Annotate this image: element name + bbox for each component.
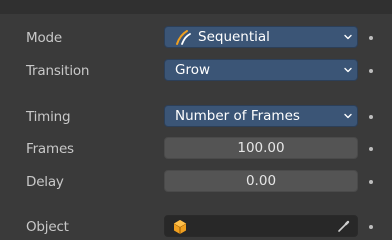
delay-animate-dot[interactable] [369,180,373,184]
object-row: Object [0,215,392,239]
timing-animate-dot[interactable] [369,115,373,119]
stroke-sequence-icon [176,30,191,45]
delay-number-field[interactable]: 0.00 [164,170,358,192]
mode-row: Mode Sequential [0,26,392,50]
timing-dropdown[interactable]: Number of Frames [164,105,358,127]
mode-value: Sequential [198,29,270,45]
object-cube-icon [173,220,187,234]
transition-animate-dot[interactable] [369,69,373,73]
chevron-down-icon [344,67,352,73]
mode-dropdown[interactable]: Sequential [164,26,358,48]
delay-label: Delay [26,174,64,190]
timing-value: Number of Frames [175,108,300,124]
timing-row: Timing Number of Frames [0,105,392,129]
frames-animate-dot[interactable] [369,147,373,151]
transition-row: Transition Grow [0,59,392,83]
frames-label: Frames [26,141,74,157]
transition-value: Grow [175,62,211,78]
mode-animate-dot[interactable] [369,36,373,40]
panel-top-strip [0,0,392,14]
frames-row: Frames 100.00 [0,137,392,161]
object-label: Object [26,219,69,235]
delay-row: Delay 0.00 [0,170,392,194]
timing-label: Timing [26,109,71,125]
chevron-down-icon [344,34,352,40]
transition-label: Transition [26,63,90,79]
object-animate-dot[interactable] [369,225,373,229]
transition-dropdown[interactable]: Grow [164,59,358,81]
mode-label: Mode [26,30,62,46]
eyedropper-icon[interactable] [337,219,351,233]
object-field[interactable] [164,215,358,237]
chevron-down-icon [344,113,352,119]
frames-number-field[interactable]: 100.00 [164,137,358,159]
